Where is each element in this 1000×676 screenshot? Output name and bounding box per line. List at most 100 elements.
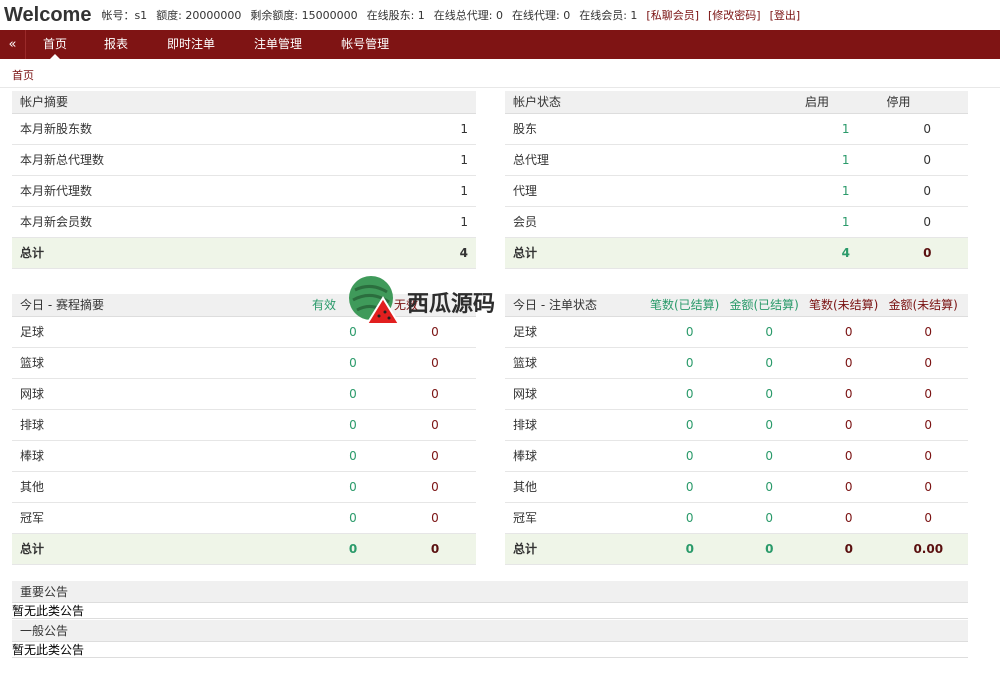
- general-notice-title: 一般公告: [12, 620, 968, 642]
- total-valid: 0: [312, 533, 394, 565]
- breadcrumb[interactable]: 首页: [12, 67, 34, 83]
- change-password-link[interactable]: [修改密码]: [708, 7, 761, 23]
- col-disabled-header: 停用: [886, 91, 968, 114]
- table-row: 篮球 0 0 0 0: [505, 347, 968, 379]
- unsettled-count: 0: [809, 502, 889, 534]
- invalid-value: 0: [394, 471, 476, 503]
- total-row: 总计 4 0: [505, 237, 968, 269]
- table-row: 网球 0 0 0 0: [505, 378, 968, 410]
- valid-value: 0: [312, 502, 394, 534]
- col-unsettled-amount-header: 金额(未结算): [888, 294, 968, 317]
- today-events-title: 今日 - 赛程摘要: [12, 294, 312, 317]
- collapse-sidebar-button[interactable]: «: [0, 30, 26, 59]
- settled-count: 0: [650, 316, 730, 348]
- row-label: 网球: [505, 378, 650, 410]
- remaining-credit-label: 剩余额度: 15000000: [250, 9, 358, 22]
- table-row: 其他 0 0 0 0: [505, 471, 968, 503]
- col-unsettled-count-header: 笔数(未结算): [809, 294, 889, 317]
- row-label: 股东: [505, 113, 805, 145]
- header-info: 帐号：s1 额度: 20000000 剩余额度: 15000000 在线股东: …: [101, 7, 800, 23]
- valid-value: 0: [312, 347, 394, 379]
- general-notice-section: 一般公告 暂无此类公告: [12, 620, 968, 658]
- settled-count: 0: [650, 409, 730, 441]
- disabled-value: 0: [886, 144, 968, 176]
- watermark-text: 西瓜源码: [407, 291, 496, 317]
- enabled-value: 1: [805, 175, 887, 207]
- table-row: 本月新会员数 1: [12, 206, 476, 238]
- settled-count: 0: [650, 347, 730, 379]
- invalid-value: 0: [394, 409, 476, 441]
- settled-amount: 0: [729, 502, 809, 534]
- unsettled-count: 0: [809, 440, 889, 472]
- online-general-agent-label: 在线总代理: 0: [433, 9, 503, 22]
- online-member-label: 在线会员: 1: [579, 9, 638, 22]
- row-label: 棒球: [505, 440, 650, 472]
- col-settled-amount-header: 金额(已结算): [729, 294, 809, 317]
- table-row: 代理 1 0: [505, 175, 968, 207]
- unsettled-amount: 0: [888, 378, 968, 410]
- enabled-value: 1: [805, 113, 887, 145]
- nav-item-bet-management[interactable]: 注单管理: [254, 30, 302, 59]
- row-label: 总代理: [505, 144, 805, 176]
- table-row: 会员 1 0: [505, 206, 968, 238]
- table-row: 足球 0 0 0 0: [505, 316, 968, 348]
- row-label: 篮球: [505, 347, 650, 379]
- valid-value: 0: [312, 378, 394, 410]
- account-label: 帐号：s1: [101, 9, 148, 22]
- row-label: 本月新代理数: [12, 175, 379, 207]
- nav-item-home[interactable]: 首页: [43, 30, 67, 59]
- settled-amount: 0: [729, 316, 809, 348]
- settled-count: 0: [650, 378, 730, 410]
- enabled-value: 1: [805, 144, 887, 176]
- total-label: 总计: [505, 237, 805, 269]
- valid-value: 0: [312, 471, 394, 503]
- watermelon-icon: [345, 272, 401, 331]
- invalid-value: 0: [394, 378, 476, 410]
- logout-link[interactable]: [登出]: [770, 7, 801, 23]
- nav-item-account-management[interactable]: 帐号管理: [341, 30, 389, 59]
- main-nav: « 首页 报表 即时注单 注单管理 帐号管理: [0, 30, 1000, 59]
- table-row: 其他 0 0: [12, 471, 476, 503]
- row-value: 1: [378, 175, 476, 207]
- row-label: 其他: [505, 471, 650, 503]
- table-row: 冠军 0 0 0 0: [505, 502, 968, 534]
- total-unsettled-amount: 0.00: [888, 533, 968, 565]
- account-status-panel: 帐户状态 启用 停用 股东 1 0 总代理 1 0 代理 1 0 会员 1 0 …: [505, 91, 968, 269]
- row-label: 本月新会员数: [12, 206, 379, 238]
- row-value: 1: [378, 113, 476, 145]
- table-row: 总代理 1 0: [505, 144, 968, 176]
- total-disabled: 0: [886, 237, 968, 269]
- disabled-value: 0: [886, 113, 968, 145]
- settled-amount: 0: [729, 440, 809, 472]
- important-notice-section: 重要公告 暂无此类公告: [12, 581, 968, 619]
- nav-item-reports[interactable]: 报表: [104, 30, 128, 59]
- table-row: 篮球 0 0: [12, 347, 476, 379]
- unsettled-amount: 0: [888, 502, 968, 534]
- today-events-panel: 今日 - 赛程摘要 有效 无效 足球 0 0 篮球 0 0 网球 0 0 排球 0 0 棒球 0 0…: [12, 294, 476, 565]
- watermark: 西瓜源码: [345, 272, 495, 331]
- row-label: 篮球: [12, 347, 312, 379]
- unsettled-count: 0: [809, 471, 889, 503]
- disabled-value: 0: [886, 175, 968, 207]
- total-label: 总计: [505, 533, 650, 565]
- total-invalid: 0: [394, 533, 476, 565]
- online-agent-label: 在线代理: 0: [512, 9, 571, 22]
- today-bets-panel: 今日 - 注单状态 笔数(已结算) 金额(已结算) 笔数(未结算) 金额(未结算…: [505, 294, 968, 565]
- table-row: 排球 0 0 0 0: [505, 409, 968, 441]
- row-label: 其他: [12, 471, 312, 503]
- total-enabled: 4: [805, 237, 887, 269]
- important-notice-body: 暂无此类公告: [12, 603, 968, 619]
- account-summary-panel: 帐户摘要 本月新股东数 1 本月新总代理数 1 本月新代理数 1 本月新会员数 …: [12, 91, 476, 269]
- unsettled-count: 0: [809, 409, 889, 441]
- chat-member-link[interactable]: [私聊会员]: [646, 7, 699, 23]
- disabled-value: 0: [886, 206, 968, 238]
- valid-value: 0: [312, 440, 394, 472]
- total-label: 总计: [12, 533, 312, 565]
- nav-item-live-bets[interactable]: 即时注单: [167, 30, 215, 59]
- valid-value: 0: [312, 409, 394, 441]
- table-row: 本月新股东数 1: [12, 113, 476, 145]
- online-shareholder-label: 在线股东: 1: [366, 9, 425, 22]
- table-row: 本月新总代理数 1: [12, 144, 476, 176]
- unsettled-amount: 0: [888, 440, 968, 472]
- important-notice-title: 重要公告: [12, 581, 968, 603]
